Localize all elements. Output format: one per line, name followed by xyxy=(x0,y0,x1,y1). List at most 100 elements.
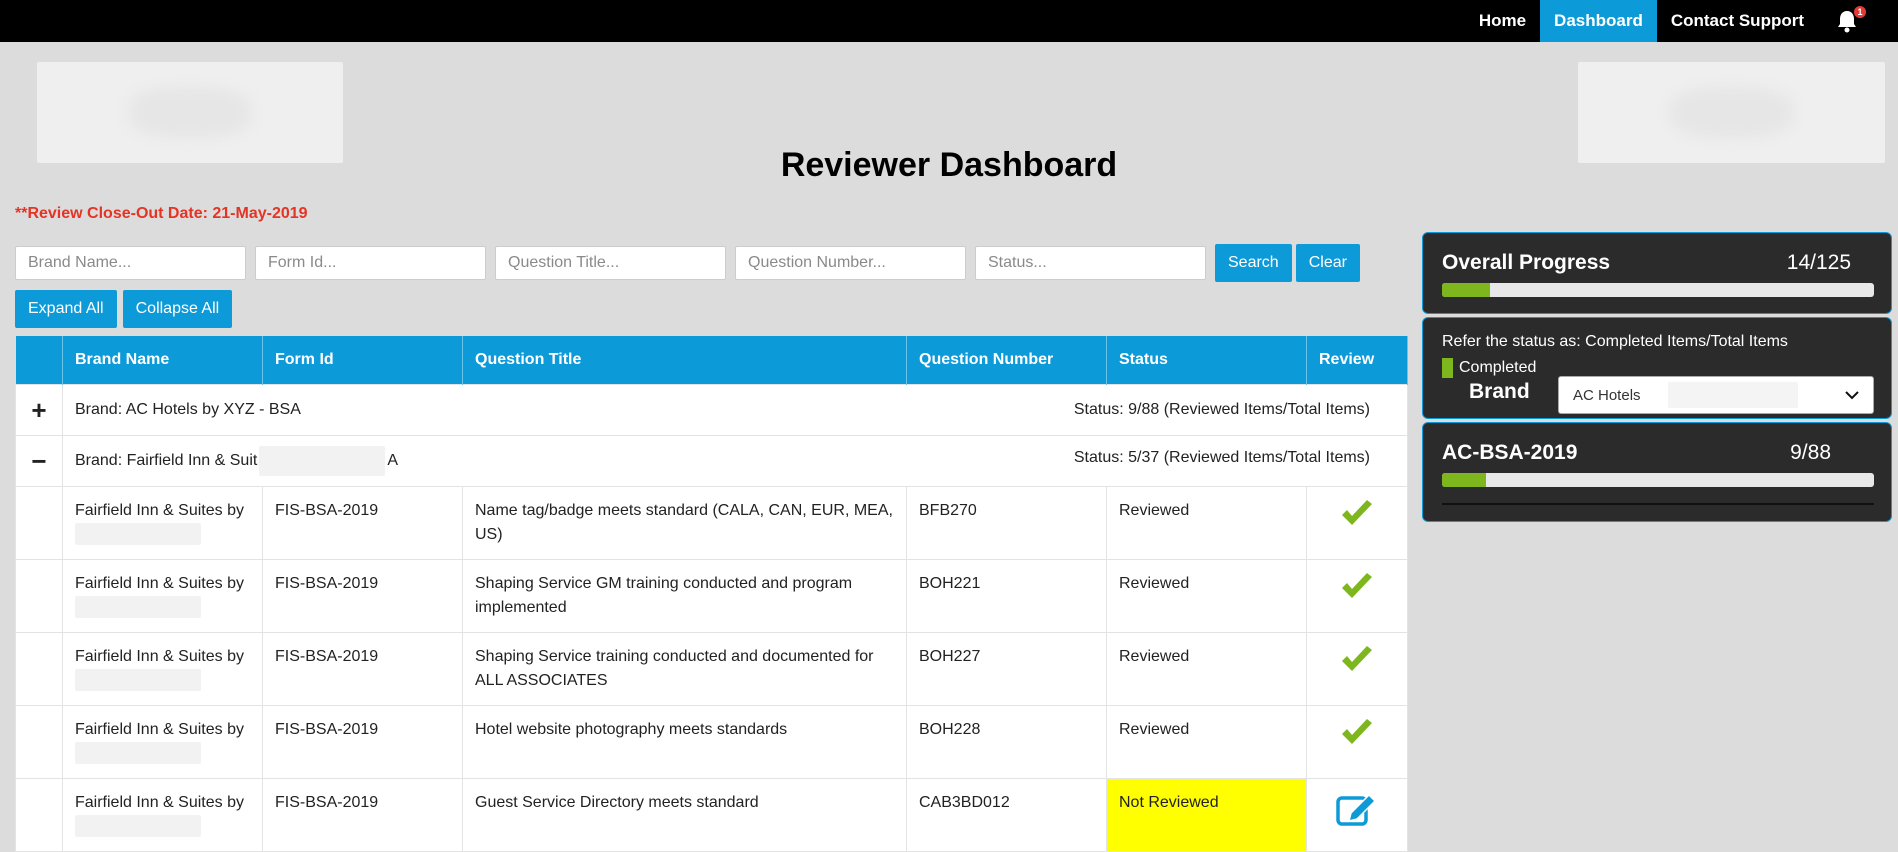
status-cell: Not Reviewed xyxy=(1106,777,1307,852)
divider xyxy=(1442,503,1874,505)
form-progress-title: AC-BSA-2019 xyxy=(1442,441,1578,464)
check-icon[interactable] xyxy=(1339,499,1375,529)
row-spacer xyxy=(15,631,63,706)
page-title: Reviewer Dashboard xyxy=(780,146,1118,184)
status-cell: Reviewed xyxy=(1106,558,1307,633)
table-row: Fairfield Inn & Suites by FIS-BSA-2019 G… xyxy=(15,777,1408,852)
review-cell xyxy=(1306,704,1408,779)
question-number-cell: CAB3BD012 xyxy=(906,777,1107,852)
brand-group-status: Status: 5/37 (Reviewed Items/Total Items… xyxy=(1073,448,1370,466)
brand-text: Fairfield Inn & Suites by xyxy=(75,501,244,519)
status-legend-text: Refer the status as: Completed Items/Tot… xyxy=(1442,333,1788,350)
table-row: Fairfield Inn & Suites by FIS-BSA-2019 H… xyxy=(15,704,1408,779)
filter-bar: Search Clear xyxy=(15,244,1360,282)
legend-completed: Completed xyxy=(1442,358,1536,378)
questions-table: Brand Name Form Id Question Title Questi… xyxy=(15,336,1408,852)
top-nav: Home Dashboard Contact Support 1 xyxy=(0,0,1898,42)
brand-cell: Fairfield Inn & Suites by xyxy=(62,631,263,706)
header-question-number[interactable]: Question Number xyxy=(906,336,1107,384)
form-progress-panel: AC-BSA-2019 9/88 xyxy=(1422,422,1892,522)
brand-group-row: − Brand: Fairfield Inn & Suit A Status: 5… xyxy=(15,434,1408,487)
collapse-icon[interactable]: − xyxy=(15,434,63,487)
check-icon[interactable] xyxy=(1339,572,1375,602)
question-title-cell: Name tag/badge meets standard (CALA, CAN… xyxy=(462,485,907,560)
brand-text: Fairfield Inn & Suites by xyxy=(75,720,244,738)
brand-group-cell: Brand: Fairfield Inn & Suit A Status: 5/3… xyxy=(62,434,1408,487)
overall-progress-bar xyxy=(1442,283,1874,297)
review-cell xyxy=(1306,631,1408,706)
overall-progress-panel: Overall Progress 14/125 xyxy=(1422,232,1892,314)
form-progress-count: 9/88 xyxy=(1790,441,1831,464)
redacted-text xyxy=(75,669,201,692)
question-title-cell: Shaping Service GM training conducted an… xyxy=(462,558,907,633)
redacted-text xyxy=(1667,382,1798,408)
notification-badge: 1 xyxy=(1854,6,1866,18)
row-spacer xyxy=(15,558,63,633)
form-id-cell: FIS-BSA-2019 xyxy=(262,558,463,633)
collapse-all-button[interactable]: Collapse All xyxy=(122,290,233,328)
status-cell: Reviewed xyxy=(1106,631,1307,706)
brand-group-label: Brand: Fairfield Inn & Suit xyxy=(75,451,258,469)
closeout-date: **Review Close-Out Date: 21-May-2019 xyxy=(15,205,308,222)
table-row: Fairfield Inn & Suites by FIS-BSA-2019 S… xyxy=(15,558,1408,633)
row-spacer xyxy=(15,704,63,779)
redacted-text xyxy=(75,742,201,765)
brand-cell: Fairfield Inn & Suites by xyxy=(62,704,263,779)
table-header-row: Brand Name Form Id Question Title Questi… xyxy=(15,336,1408,384)
brand-label: Brand xyxy=(1469,380,1530,403)
overall-progress-count: 14/125 xyxy=(1786,251,1851,274)
check-icon[interactable] xyxy=(1339,718,1375,748)
question-title-filter[interactable] xyxy=(495,246,726,280)
header-question-title[interactable]: Question Title xyxy=(462,336,907,384)
brand-group-status: Status: 9/88 (Reviewed Items/Total Items… xyxy=(1073,400,1370,418)
form-id-filter[interactable] xyxy=(255,246,486,280)
redacted-text xyxy=(259,445,386,476)
header-form-id[interactable]: Form Id xyxy=(262,336,463,384)
review-cell xyxy=(1306,485,1408,560)
nav-dashboard[interactable]: Dashboard xyxy=(1540,0,1657,42)
question-number-cell: BOH228 xyxy=(906,704,1107,779)
brand-text: Fairfield Inn & Suites by xyxy=(75,793,244,811)
row-spacer xyxy=(15,777,63,852)
status-filter[interactable] xyxy=(975,246,1206,280)
form-progress-fill xyxy=(1442,473,1487,487)
overall-progress-fill xyxy=(1442,283,1491,297)
header-toggle xyxy=(15,336,63,384)
edit-icon[interactable] xyxy=(1335,791,1379,827)
form-id-cell: FIS-BSA-2019 xyxy=(262,485,463,560)
nav-home[interactable]: Home xyxy=(1465,0,1540,42)
brand-group-label-end: A xyxy=(387,451,398,469)
brand-text: Fairfield Inn & Suites by xyxy=(75,647,244,665)
clear-button[interactable]: Clear xyxy=(1295,244,1360,282)
brand-group-label: Brand: AC Hotels by XYZ - BSA xyxy=(75,400,301,418)
expand-all-button[interactable]: Expand All xyxy=(15,290,117,328)
header-review[interactable]: Review xyxy=(1306,336,1408,384)
brand-select[interactable]: AC Hotels xyxy=(1558,376,1874,414)
expand-icon[interactable]: + xyxy=(15,383,63,436)
brand-cell: Fairfield Inn & Suites by xyxy=(62,777,263,852)
question-number-cell: BFB270 xyxy=(906,485,1107,560)
completed-label: Completed xyxy=(1459,359,1537,376)
check-icon[interactable] xyxy=(1339,645,1375,675)
header-status[interactable]: Status xyxy=(1106,336,1307,384)
search-button[interactable]: Search xyxy=(1215,244,1292,282)
header-brand-name[interactable]: Brand Name xyxy=(62,336,263,384)
table-row: Fairfield Inn & Suites by FIS-BSA-2019 N… xyxy=(15,485,1408,560)
question-title-cell: Hotel website photography meets standard… xyxy=(462,704,907,779)
question-title-cell: Shaping Service training conducted and d… xyxy=(462,631,907,706)
review-cell xyxy=(1306,558,1408,633)
question-number-cell: BOH221 xyxy=(906,558,1107,633)
question-number-cell: BOH227 xyxy=(906,631,1107,706)
brand-filter-panel: Refer the status as: Completed Items/Tot… xyxy=(1422,317,1892,419)
expand-controls: Expand All Collapse All xyxy=(15,290,233,328)
form-progress-bar xyxy=(1442,473,1874,487)
nav-contact-support[interactable]: Contact Support xyxy=(1657,0,1818,42)
chevron-down-icon xyxy=(1845,391,1859,400)
notification-bell-icon[interactable]: 1 xyxy=(1818,0,1870,42)
review-cell xyxy=(1306,777,1408,852)
brand-group-cell: Brand: AC Hotels by XYZ - BSA Status: 9/… xyxy=(62,383,1408,436)
redacted-text xyxy=(75,596,201,619)
question-number-filter[interactable] xyxy=(735,246,966,280)
brand-name-filter[interactable] xyxy=(15,246,246,280)
question-title-cell: Guest Service Directory meets standard xyxy=(462,777,907,852)
